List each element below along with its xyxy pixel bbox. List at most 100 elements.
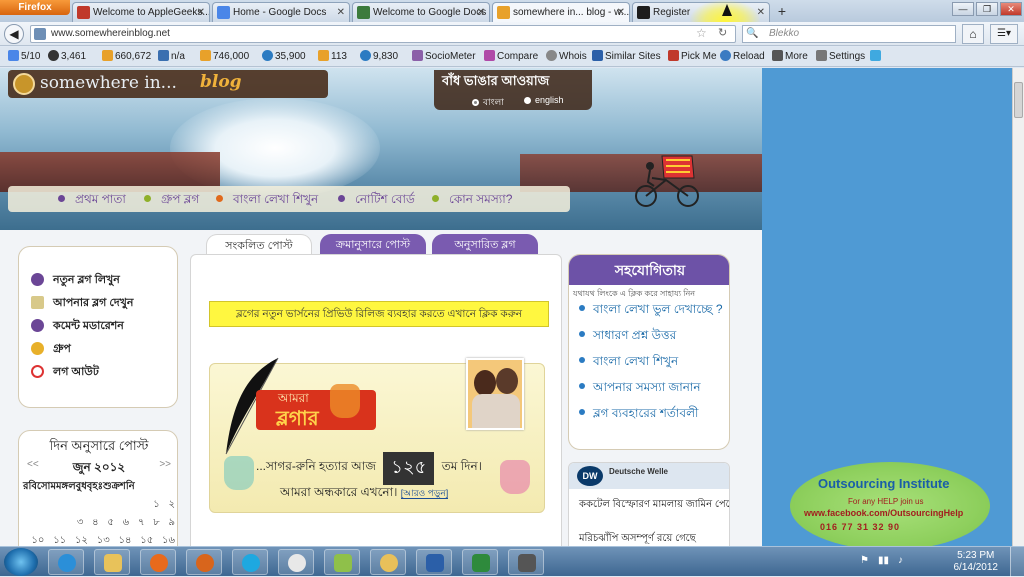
taskbar-recorder[interactable] (508, 549, 544, 575)
new-version-notice[interactable]: ব্লগের নতুন ভার্সনের প্রিভিউ রিলিজ ব্যবহ… (209, 301, 549, 327)
more-item[interactable]: More (772, 50, 808, 64)
search-input[interactable]: Blekko (742, 25, 956, 43)
internet-explorer-icon (58, 554, 76, 572)
tab-google-docs-home[interactable]: Home - Google Docs ✕ (212, 2, 350, 22)
menu-view-blog[interactable]: আপনার ব্লগ দেখুন (31, 294, 133, 313)
close-tab-icon[interactable]: ✕ (337, 3, 345, 22)
tab-welcome-google-docs[interactable]: Welcome to Google Docs ✕ (352, 2, 490, 22)
help-link-faq[interactable]: সাধারণ প্রশ্ন উত্তর (579, 327, 676, 347)
show-desktop-button[interactable] (1010, 547, 1024, 577)
read-more-link[interactable]: [আরও পড়ুন] (400, 488, 449, 499)
site-identity-icon[interactable] (34, 28, 46, 40)
calendar-week-1[interactable]: ১ ২ (25, 497, 175, 514)
calendar-week-2[interactable]: ৩ ৪ ৫ ৬ ৭ ৮ ৯ (25, 515, 175, 532)
compete-icon (158, 50, 169, 61)
notes-icon (334, 554, 352, 572)
taskbar-q[interactable] (278, 549, 314, 575)
page-scrollbar[interactable] (1012, 68, 1024, 546)
tab-compiled-posts[interactable]: সংকলিত পোস্ট (206, 234, 312, 256)
logo-text: somewhere in... (40, 73, 177, 93)
alexa-rank-item[interactable]: 3,461 (48, 50, 86, 64)
sociometer-item[interactable]: SocioMeter (412, 50, 476, 64)
person-image (496, 368, 518, 394)
url-bar[interactable]: www.somewhereinblog.net (30, 25, 736, 43)
bing-index-item[interactable]: 35,900 (262, 50, 306, 64)
browser-menu-button[interactable]: ☰▾ (990, 24, 1018, 44)
tray-network-icon[interactable]: ▮▮ (878, 555, 889, 566)
tray-flag-icon[interactable]: ⚑ (860, 555, 869, 566)
nav-notice-board[interactable]: নোটিশ বোর্ড (338, 191, 415, 211)
help-link-report-problem[interactable]: আপনার সমস্যা জানান (579, 379, 701, 399)
bookmark-star-icon[interactable]: ☆ (696, 26, 707, 40)
taskbar-media[interactable] (140, 549, 176, 575)
tray-volume-icon[interactable]: ♪ (898, 555, 903, 566)
windows-taskbar: ⚑ ▮▮ ♪ 5:23 PM 6/14/2012 (0, 546, 1024, 577)
reload-icon[interactable]: ↻ (718, 26, 727, 39)
calendar-week-3[interactable]: ১০ ১১ ১২ ১৩ ১৪ ১৫ ১৬ (25, 533, 175, 546)
dw-news-box: DW Deutsche Welle ককটেল বিস্ফোরণ মামলায়… (568, 462, 730, 546)
menu-comment-moderation[interactable]: কমেন্ট মডারেশন (31, 317, 124, 336)
register-icon (637, 6, 650, 19)
taskbar-skype[interactable] (232, 549, 268, 575)
taskbar-excel[interactable] (462, 549, 498, 575)
tab-followed-blogs[interactable]: অনুসারিত ব্লগ (432, 234, 538, 256)
scrollbar-thumb[interactable] (1014, 82, 1023, 118)
twitter-item[interactable] (870, 50, 883, 64)
compare-item[interactable]: Compare (484, 50, 538, 64)
compete-item[interactable]: n/a (158, 50, 185, 64)
help-link-terms[interactable]: ব্লগ ব্যবহারের শর্তাবলী (579, 405, 698, 425)
settings-item[interactable]: Settings (816, 50, 865, 64)
start-button[interactable] (4, 548, 38, 576)
taskbar-paint[interactable] (370, 549, 406, 575)
help-link-learn-bangla[interactable]: বাংলা লেখা শিখুন (579, 353, 678, 373)
similar-sites-item[interactable]: Similar Sites (592, 50, 661, 64)
prev-month-button[interactable]: << (27, 459, 39, 470)
minimize-button[interactable]: — (952, 2, 974, 16)
reload-toolbar-item[interactable]: Reload (720, 50, 765, 64)
yahoo-item[interactable]: 113 (318, 50, 347, 64)
alexa-icon (48, 50, 59, 61)
tab-applegeeks[interactable]: Welcome to AppleGeeks.... ✕ (72, 2, 210, 22)
maximize-button[interactable]: ❐ (976, 2, 998, 16)
taskbar-word[interactable] (416, 549, 452, 575)
menu-group[interactable]: গ্রুপ (31, 340, 71, 359)
site-logo[interactable]: somewhere in... blog (8, 70, 328, 98)
search-engine-icon[interactable]: 🔍 (746, 28, 758, 39)
google-links-item[interactable]: 746,000 (200, 50, 249, 64)
dw-news-item[interactable]: ককটেল বিস্ফোরণ মামলায় জামিন পেলেন ১৫ জন (579, 497, 729, 514)
nav-any-problem[interactable]: কোন সমস্যা? (432, 191, 512, 211)
pick-me-item[interactable]: Pick Me (668, 50, 717, 64)
taskbar-ie[interactable] (48, 549, 84, 575)
tab-somewhereinblog[interactable]: somewhere in... blog - w... ✕ (492, 2, 630, 22)
nav-group-blog[interactable]: গ্রুপ ব্লগ (144, 191, 199, 211)
mouse-cursor (722, 4, 732, 16)
lang-bangla-radio[interactable]: বাংলা (472, 95, 504, 110)
firefox-menu-button[interactable]: Firefox (0, 0, 70, 15)
backlinks-item[interactable]: 9,830 (360, 50, 398, 64)
dw-news-item[interactable]: মরিচঝাঁপি অসম্পূর্ণ রয়ে গেছে (579, 531, 696, 546)
close-tab-icon[interactable]: ✕ (477, 3, 485, 22)
taskbar-clock[interactable]: 5:23 PM 6/14/2012 (954, 550, 999, 574)
taskbar-firefox[interactable] (186, 549, 222, 575)
home-button[interactable]: ⌂ (962, 24, 984, 44)
taskbar-notes[interactable] (324, 549, 360, 575)
day-count: ১২৫ (383, 452, 435, 485)
nav-learn-bangla[interactable]: বাংলা লেখা শিখুন (216, 191, 318, 211)
back-button[interactable]: ◀ (4, 24, 24, 44)
taskbar-explorer[interactable] (94, 549, 130, 575)
close-tab-icon[interactable]: ✕ (197, 3, 205, 22)
menu-logout[interactable]: লগ আউট (31, 363, 99, 382)
help-link-bangla-wrong[interactable]: বাংলা লেখা ভুল দেখাচ্ছে ? (579, 301, 723, 321)
google-index-item[interactable]: 660,672 (102, 50, 151, 64)
nav-home[interactable]: প্রথম পাতা (58, 191, 126, 211)
lang-english-radio[interactable]: english (524, 95, 564, 105)
close-tab-icon[interactable]: ✕ (617, 3, 625, 22)
promo-banner[interactable]: আমরা ব্লগার ...সাগর-রুনি হত্যার আজ ১২৫ ত… (209, 357, 545, 513)
menu-write-blog[interactable]: নতুন ব্লগ লিখুন (31, 271, 120, 290)
new-tab-button[interactable]: + (772, 3, 792, 21)
tab-chronological-posts[interactable]: ক্রমানুসারে পোস্ট (320, 234, 426, 256)
next-month-button[interactable]: >> (159, 459, 171, 470)
pagerank-item[interactable]: 5/10 (8, 50, 40, 64)
close-window-button[interactable]: ✕ (1000, 2, 1022, 16)
whois-item[interactable]: Whois (546, 50, 587, 64)
